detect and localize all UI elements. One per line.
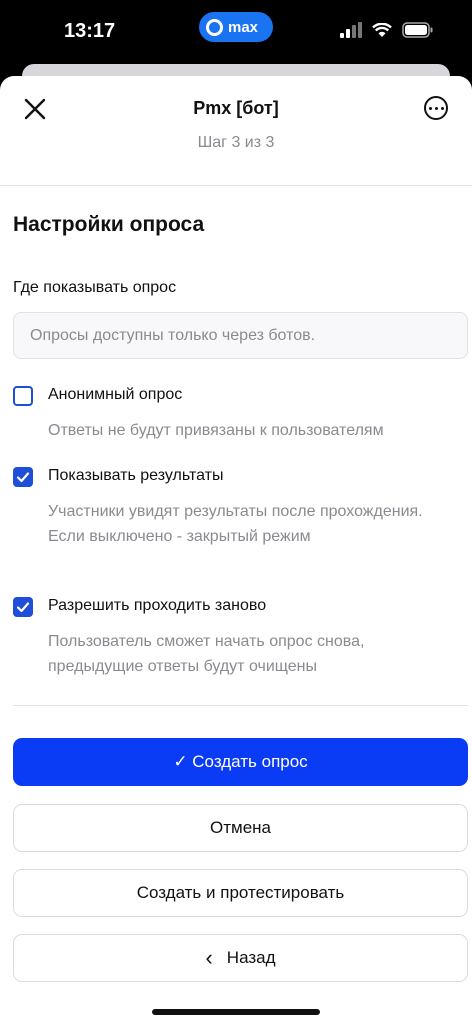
option-label: Разрешить проходить заново bbox=[48, 597, 267, 614]
option-description: Пользователь сможет начать опрос снова, … bbox=[48, 633, 365, 675]
back-button-label: Назад bbox=[226, 948, 276, 967]
header-divider bbox=[0, 185, 472, 186]
cancel-button[interactable]: Отмена bbox=[13, 804, 468, 852]
option-description: Ответы не будут привязаны к пользователя… bbox=[48, 422, 384, 439]
section-title: Настройки опроса bbox=[13, 213, 205, 236]
option-description: Участники увидят результаты после прохож… bbox=[48, 503, 423, 545]
checkbox-icon[interactable] bbox=[13, 467, 33, 487]
status-time: 13:17 bbox=[64, 20, 116, 42]
actions-divider bbox=[13, 705, 468, 706]
back-button[interactable]: ‹ Назад bbox=[13, 934, 468, 982]
home-indicator bbox=[152, 1009, 320, 1015]
max-app-pill[interactable]: max bbox=[199, 12, 273, 42]
battery-icon bbox=[402, 22, 433, 38]
option-label: Показывать результаты bbox=[48, 467, 224, 484]
option-label: Анонимный опрос bbox=[48, 386, 183, 403]
display-location-label: Где показывать опрос bbox=[13, 279, 177, 296]
checkbox-icon[interactable] bbox=[13, 386, 33, 406]
step-indicator: Шаг 3 из 3 bbox=[197, 134, 275, 151]
max-logo-icon bbox=[206, 18, 223, 36]
wifi-icon bbox=[372, 22, 392, 37]
create-and-test-button[interactable]: Создать и протестировать bbox=[13, 869, 468, 917]
max-pill-label: max bbox=[228, 18, 259, 36]
checkbox-icon[interactable] bbox=[13, 597, 33, 617]
display-location-field[interactable]: Опросы доступны только через ботов. bbox=[13, 312, 468, 359]
page-title: Pmx [бот] bbox=[193, 98, 279, 118]
chevron-left-icon: ‹ bbox=[205, 945, 213, 970]
system-icons bbox=[340, 22, 434, 38]
poll-settings-sheet: Pmx [бот] Шаг 3 из 3 Настройки опроса Гд… bbox=[0, 76, 472, 1024]
status-bar: 13:17 max bbox=[0, 0, 472, 64]
more-icon[interactable] bbox=[424, 96, 448, 120]
create-poll-button[interactable]: ✓ Создать опрос bbox=[13, 738, 468, 786]
signal-icon bbox=[340, 22, 362, 38]
